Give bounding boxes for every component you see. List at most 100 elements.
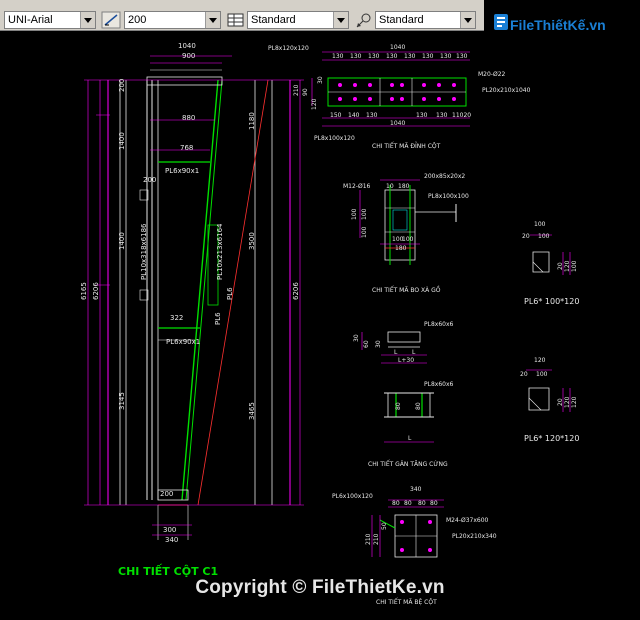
dinh-dim-130-g: 130 [440,53,452,60]
dinh-dim-130-b: 130 [350,53,362,60]
pl6-120-dim-120b: 120 [564,396,571,408]
be-dim-80-a: 80 [392,500,400,507]
chevron-down-icon[interactable] [460,12,475,28]
gan-label-pl8-a: PL8x60x6 [424,321,454,328]
dim-style-combo[interactable]: 200 [124,11,221,29]
dinh-label-pl20: PL20x210x1040 [482,87,531,94]
xago-label-m12: M12-Ø16 [343,183,371,190]
copyright-watermark: Copyright © FileThietKe.vn [195,577,445,598]
col-dim-3145: 3145 [118,392,126,410]
dinh-dim-bot-11020: 11020 [452,112,471,119]
col-label-pl6-bottom: PL6x90x1 [166,338,200,346]
chevron-down-icon[interactable] [80,12,95,28]
dinh-dim-90: 90 [302,88,309,96]
col-label-322: 322 [170,314,183,322]
dinh-dim-130-f: 130 [422,53,434,60]
pl6-100-texts: 100 20 100 20 120 100 [522,221,578,272]
col-label-pl6-top: PL6x90x1 [165,167,199,175]
col-dim-200-top: 200 [118,79,126,92]
pl6-100-dim-100c: 100 [571,260,578,272]
table-style-combo[interactable]: Standard [247,11,349,29]
col-dim-900: 900 [182,52,195,60]
col-label-pl10-213: PL10x213x6164 [216,223,224,280]
col-label-pl6-web2: PL6 [226,287,234,300]
dinh-label-pl8-top: PL8x120x120 [268,45,309,52]
gan-dim-60: 60 [363,340,370,348]
dinh-label-pl8-bot: PL8x100x120 [314,135,355,142]
site-logo: FileThiếtKế.vn [486,0,640,52]
multileader-style-value: Standard [379,14,424,26]
text-style-value: UNI-Arial [8,14,53,26]
dinh-dim-130-e: 130 [404,53,416,60]
dinh-dim-120: 120 [311,98,318,110]
col-dim-880: 880 [182,114,195,122]
dinh-dim-bot-130-a: 130 [366,112,378,119]
chevron-down-icon[interactable] [205,12,220,28]
column-c1-title: CHI TIẾT CỘT C1 [118,563,218,578]
table-style-value: Standard [251,14,296,26]
multileader-style-combo[interactable]: Standard [375,11,476,29]
pl6-120-dim-120: 120 [534,357,546,364]
pl6-100-dim-120: 120 [564,260,571,272]
dinh-dim-130-h: 130 [456,53,468,60]
be-dim-80-b: 80 [404,500,412,507]
ma-be-cot-title: CHI TIẾT MÃ BỆ CỘT [376,598,437,606]
ma-bo-xa-go-title: CHI TIẾT MÃ BO XÀ GỒ [372,285,441,294]
col-dim-1400-b: 1400 [118,232,126,250]
col-dim-300: 300 [163,526,176,534]
dinh-dim-1040: 1040 [390,44,405,51]
pl6-120-dim-120c: 120 [571,396,578,408]
pl6-100-label: PL6* 100*120 [524,297,579,306]
pl6-120-dim-100: 100 [536,371,548,378]
be-label-pl6: PL6x100x120 [332,493,373,500]
dinh-dim-130-c: 130 [368,53,380,60]
col-dim-3465: 3465 [248,402,256,420]
col-dim-1040: 1040 [178,42,196,50]
dinh-dim-bot-140: 140 [348,112,360,119]
chevron-down-icon[interactable] [333,12,348,28]
be-dim-340: 340 [410,486,422,493]
cad-drawing-canvas[interactable]: 1040 900 880 768 PL6x90x1 200 322 PL6x90… [0,0,640,620]
dim-style-icon[interactable] [101,11,121,29]
gan-tang-cung-title: CHI TIẾT GÂN TĂNG CỨNG [368,460,448,468]
xago-dim-10: 10 [386,183,394,190]
pl6-120-dim-20b: 20 [557,398,564,406]
pl6-100-dim-100: 100 [534,221,546,228]
col-dim-768: 768 [180,144,193,152]
ma-dinh-cot-title: CHI TIẾT MÃ ĐỈNH CỘT [372,142,441,150]
be-dim-210-a: 210 [365,533,372,545]
gan-dim-l30: L+30 [398,357,414,364]
xago-dim-180-b: 180 [395,245,407,252]
col-dim-340: 340 [165,536,178,544]
pl6-100-dim-20b: 20 [557,262,564,270]
be-dim-80-d: 80 [430,500,438,507]
xago-label-200x85: 200x85x20x2 [424,173,465,180]
xago-dim-100-e: 100 [361,226,368,238]
dinh-dim-130-a: 130 [332,53,344,60]
xago-dim-100-d: 100 [361,208,368,220]
gan-dim-l-c: L [408,435,412,442]
text-style-combo[interactable]: UNI-Arial [4,11,96,29]
dinh-dim-210: 210 [293,84,300,96]
be-label-pl20: PL20x210x340 [452,533,497,540]
col-label-pl10-318: PL10x318x6186 [140,223,148,280]
col-dim-1180: 1180 [248,112,256,130]
col-dim-1400-a: 1400 [118,132,126,150]
ma-dinh-cot-texts: 1040 130 130 130 130 130 130 130 130 150… [268,44,531,142]
col-dim-6165: 6165 [80,282,88,300]
column-c1-detail [84,55,304,540]
table-style-icon[interactable] [226,11,246,29]
gan-dim-80-b: 80 [415,402,422,410]
logo-text: FileThiếtKế.vn [510,17,606,33]
multileader-style-icon[interactable] [354,11,374,29]
col-label-pl6-web: PL6 [214,312,222,325]
col-label-200: 200 [143,176,156,184]
col-dim-6206: 6206 [92,282,100,300]
be-dim-210-b: 210 [373,533,380,545]
dinh-label-m20: M20-Ø22 [478,71,506,78]
col-dim-3500: 3500 [248,232,256,250]
dinh-dim-30: 30 [317,76,324,84]
be-dim-80-c: 80 [418,500,426,507]
xago-dim-180-a: 180 [398,183,410,190]
dinh-dim-bot-130-c: 130 [416,112,428,119]
